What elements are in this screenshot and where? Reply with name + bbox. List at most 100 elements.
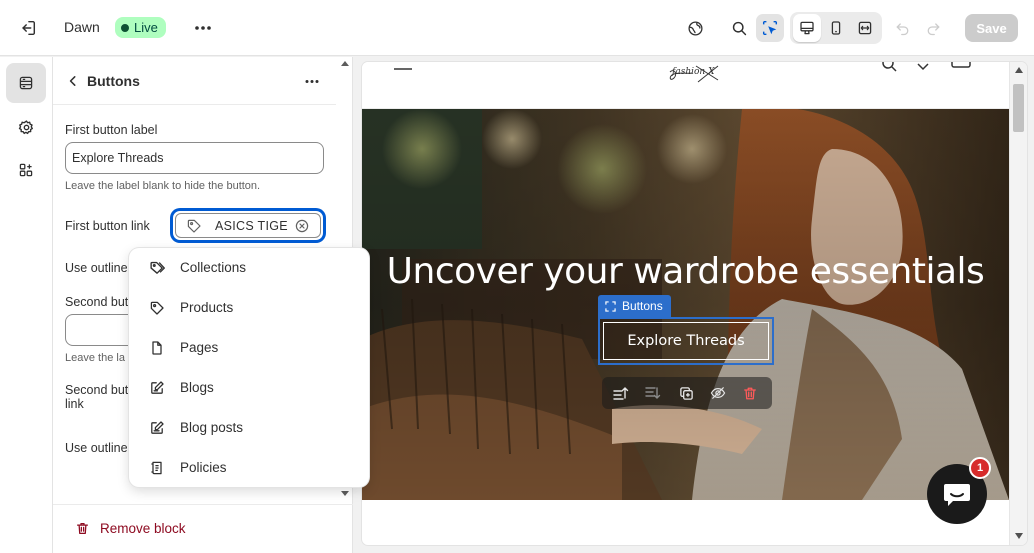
chevron-left-icon	[69, 76, 76, 86]
trash-icon	[76, 522, 89, 535]
left-rail	[0, 57, 53, 553]
second-link-title-line2: link	[65, 397, 84, 411]
inspector-button[interactable]	[756, 14, 784, 42]
gear-icon	[18, 119, 33, 134]
first-button-link-input[interactable]: ASICS TIGE	[171, 209, 325, 242]
first-link-title: First button link	[65, 219, 150, 233]
blog-post-icon	[151, 421, 164, 434]
fullscreen-view-button[interactable]	[851, 14, 879, 42]
save-button[interactable]: Save	[965, 14, 1018, 42]
desktop-view-button[interactable]	[793, 14, 821, 42]
clear-circle-icon[interactable]	[294, 218, 310, 234]
policy-icon-wrap	[147, 458, 167, 478]
inspector-icon	[762, 20, 778, 36]
second-label-help: Leave the la	[65, 352, 125, 364]
second-link-title-line1: Second but	[65, 383, 129, 397]
hero-button-selected[interactable]: Explore Threads	[598, 317, 774, 365]
use-outline-1-label: Use outline	[65, 261, 128, 275]
second-link-title: Second but link	[65, 383, 128, 411]
live-label: Live	[134, 20, 158, 35]
dropdown-item-policies[interactable]: Policies	[129, 448, 369, 488]
block-toolbar	[602, 377, 772, 409]
move-up-icon	[613, 387, 629, 400]
dropdown-item-products[interactable]: Products	[129, 288, 369, 328]
use-outline-2-label: Use outline	[65, 441, 128, 455]
dropdown-item-collections[interactable]: Collections	[129, 248, 369, 288]
selection-frame-icon	[605, 300, 616, 312]
policy-icon	[151, 461, 162, 475]
dropdown-item-label: Policies	[180, 460, 227, 475]
dropdown-item-pages[interactable]: Pages	[129, 328, 369, 368]
theme-more-button[interactable]	[190, 14, 216, 42]
page-icon-wrap	[147, 338, 167, 358]
duplicate-icon	[679, 386, 693, 400]
mobile-icon	[831, 21, 841, 35]
device-toggle-group	[790, 12, 882, 44]
undo-icon	[896, 22, 908, 35]
desktop-icon	[800, 21, 814, 35]
move-down-icon	[645, 387, 661, 399]
menu-icon[interactable]	[392, 66, 414, 76]
fullscreen-icon	[858, 21, 872, 35]
rail-item-settings[interactable]	[6, 107, 46, 147]
search-icon[interactable]	[880, 62, 898, 74]
blog-icon-wrap	[147, 378, 167, 398]
move-up-button[interactable]	[610, 382, 632, 404]
rail-item-sections[interactable]	[6, 63, 46, 103]
second-label-title: Second but	[65, 295, 129, 309]
block-more-button[interactable]	[299, 69, 325, 93]
language-button[interactable]	[681, 14, 709, 42]
hide-button[interactable]	[707, 382, 729, 404]
hero-heading[interactable]: Uncover your wardrobe essentials	[362, 251, 1009, 292]
selection-label-text: Buttons	[622, 299, 663, 313]
scroll-up-arrow[interactable]	[341, 61, 349, 66]
exit-icon	[22, 20, 36, 36]
redo-button[interactable]	[919, 14, 947, 42]
apps-icon	[19, 163, 33, 177]
preview-scrollbar[interactable]	[1009, 62, 1027, 545]
dropdown-item-blog-posts[interactable]: Blog posts	[129, 408, 369, 448]
top-bar: Dawn Live Save	[0, 0, 1034, 56]
tag-icon-wrap	[147, 298, 167, 318]
move-down-button[interactable]	[642, 382, 664, 404]
panel-title: Buttons	[87, 73, 140, 89]
preview-scroll-thumb[interactable]	[1013, 84, 1024, 132]
duplicate-button[interactable]	[675, 382, 697, 404]
account-icon[interactable]	[915, 62, 931, 74]
delete-button[interactable]	[739, 382, 761, 404]
search-button[interactable]	[725, 14, 753, 42]
blog-icon	[151, 381, 164, 394]
dropdown-item-blogs[interactable]: Blogs	[129, 368, 369, 408]
tags-icon-wrap	[147, 258, 167, 278]
scroll-down-arrow[interactable]	[341, 491, 349, 496]
store-logo-text: fashion X	[671, 67, 715, 77]
tag-icon	[187, 219, 201, 233]
globe-icon	[687, 20, 703, 36]
undo-button[interactable]	[888, 14, 916, 42]
first-label-help: Leave the label blank to hide the button…	[65, 180, 261, 192]
exit-button[interactable]	[14, 14, 42, 42]
first-label-title: First button label	[65, 123, 158, 137]
remove-block-button[interactable]: Remove block	[75, 521, 186, 536]
panel-divider	[53, 104, 336, 105]
dropdown-item-label: Blogs	[180, 380, 214, 395]
hero-button-label: Explore Threads	[603, 322, 769, 360]
tag-icon	[150, 301, 164, 315]
first-button-label-input[interactable]	[65, 142, 324, 174]
scroll-down-icon	[1015, 533, 1023, 539]
eye-off-icon	[710, 387, 726, 399]
hero-image	[362, 109, 1009, 500]
more-icon	[195, 26, 211, 30]
selection-label[interactable]: Buttons	[598, 295, 671, 317]
theme-name[interactable]: Dawn	[64, 19, 100, 35]
cart-icon[interactable]	[950, 62, 972, 73]
rail-item-apps[interactable]	[6, 150, 46, 190]
hero-banner[interactable]: Uncover your wardrobe essentials Buttons…	[362, 109, 1009, 500]
page-icon	[152, 341, 162, 355]
store-logo[interactable]: fashion X	[662, 62, 742, 84]
live-badge: Live	[115, 17, 166, 38]
blog-post-icon-wrap	[147, 418, 167, 438]
mobile-view-button[interactable]	[822, 14, 850, 42]
back-button[interactable]	[61, 69, 85, 93]
link-input-value: ASICS TIGE	[215, 219, 288, 233]
